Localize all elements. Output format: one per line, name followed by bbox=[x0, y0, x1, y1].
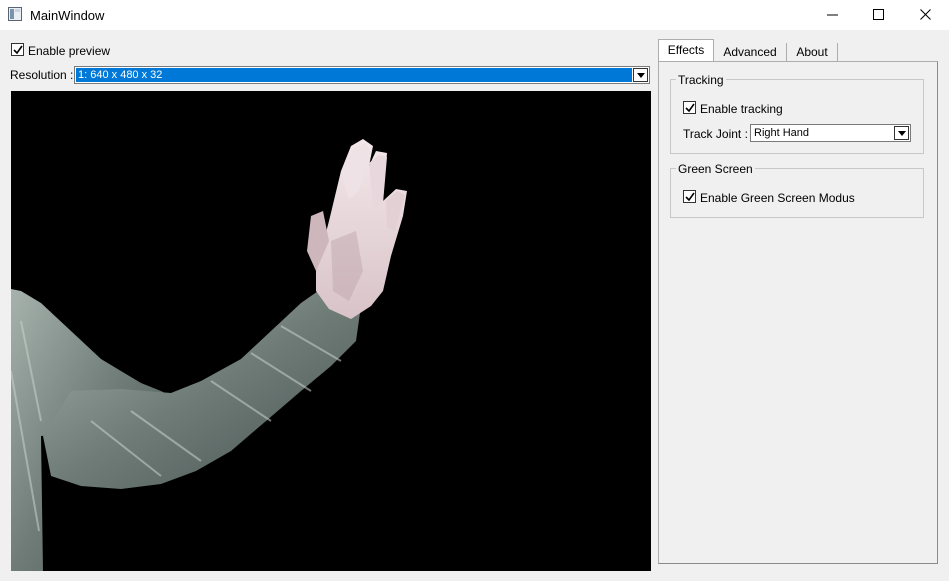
close-icon bbox=[920, 9, 931, 20]
enable-green-screen-label: Enable Green Screen Modus bbox=[700, 191, 855, 205]
preview-image bbox=[11, 139, 407, 571]
checkmark-icon bbox=[685, 103, 695, 113]
enable-tracking-label: Enable tracking bbox=[700, 102, 783, 116]
resolution-combobox[interactable]: 1: 640 x 480 x 32 bbox=[74, 66, 650, 84]
tab-effects[interactable]: Effects bbox=[658, 39, 714, 62]
tracking-groupbox bbox=[670, 79, 924, 154]
enable-preview-label: Enable preview bbox=[28, 44, 111, 58]
maximize-icon bbox=[873, 9, 884, 20]
minimize-icon bbox=[827, 14, 838, 16]
app-window-icon bbox=[8, 7, 22, 21]
chevron-down-icon bbox=[898, 131, 906, 136]
green-screen-group-title: Green Screen bbox=[676, 162, 755, 176]
track-joint-value: Right Hand bbox=[754, 127, 810, 139]
title-bar[interactable]: MainWindow bbox=[0, 0, 949, 30]
resolution-dropdown-button[interactable] bbox=[633, 68, 648, 82]
track-joint-combobox[interactable]: Right Hand bbox=[750, 124, 911, 142]
minimize-button[interactable] bbox=[810, 0, 856, 30]
tracking-group-title: Tracking bbox=[676, 73, 726, 87]
resolution-value: 1: 640 x 480 x 32 bbox=[76, 68, 632, 82]
track-joint-dropdown-button[interactable] bbox=[894, 126, 909, 140]
tab-about[interactable]: About bbox=[787, 43, 838, 62]
camera-preview bbox=[11, 91, 651, 571]
enable-preview-checkbox[interactable] bbox=[11, 43, 24, 56]
enable-tracking-checkbox[interactable] bbox=[683, 101, 696, 114]
window-title: MainWindow bbox=[30, 8, 105, 23]
checkmark-icon bbox=[685, 192, 695, 202]
chevron-down-icon bbox=[637, 73, 645, 78]
maximize-button[interactable] bbox=[856, 0, 902, 30]
close-button[interactable] bbox=[903, 0, 949, 30]
resolution-label: Resolution : bbox=[10, 68, 74, 82]
enable-green-screen-checkbox[interactable] bbox=[683, 190, 696, 203]
track-joint-label: Track Joint : bbox=[683, 127, 748, 141]
checkmark-icon bbox=[13, 45, 23, 55]
tab-advanced[interactable]: Advanced bbox=[714, 43, 787, 62]
